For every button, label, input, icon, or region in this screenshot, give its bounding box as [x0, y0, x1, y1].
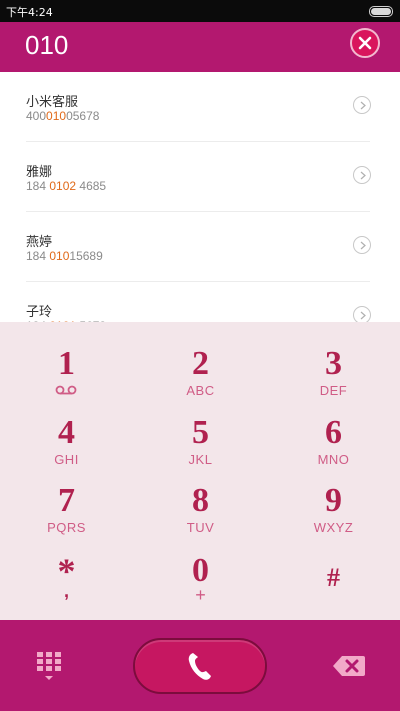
key-digit: #	[327, 563, 340, 592]
key-letters: DEF	[319, 383, 348, 398]
key-1[interactable]: 1	[0, 340, 133, 410]
key-0[interactable]: 0 +	[134, 547, 267, 617]
key-digit: 3	[325, 345, 342, 382]
key-digit: 8	[192, 482, 209, 519]
contact-name: 小米客服	[26, 95, 79, 110]
key-letters: JKL	[188, 452, 213, 467]
list-item[interactable]: 小米客服 40001005678	[0, 72, 400, 142]
key-letters: GHI	[54, 452, 79, 467]
chevron-right-icon	[360, 311, 366, 320]
voicemail-icon	[55, 385, 77, 395]
status-time: 下午4:24	[6, 6, 53, 19]
key-star[interactable]: * ,	[0, 547, 133, 617]
contact-number: 40001005678	[26, 109, 100, 123]
key-7[interactable]: 7 PQRS	[0, 477, 133, 547]
key-9[interactable]: 9 WXYZ	[267, 477, 400, 547]
close-icon	[358, 36, 372, 50]
key-letters: WXYZ	[313, 520, 354, 535]
key-letters: TUV	[186, 520, 215, 535]
key-digit: 1	[58, 345, 75, 382]
contact-detail-button[interactable]	[353, 166, 371, 184]
chevron-right-icon	[360, 171, 366, 180]
contact-name: 子玲	[26, 305, 53, 320]
contact-name: 雅娜	[26, 165, 53, 180]
chevron-right-icon	[360, 101, 366, 110]
key-6[interactable]: 6 MNO	[267, 409, 400, 479]
bottom-action-bar	[0, 620, 400, 711]
key-letters: PQRS	[47, 520, 86, 535]
key-digit: 7	[58, 482, 75, 519]
key-sub: +	[195, 585, 206, 605]
dialpad-toggle-button[interactable]	[36, 651, 62, 683]
key-8[interactable]: 8 TUV	[134, 477, 267, 547]
dial-pad: 1 2 ABC 3 DEF 4 GHI 5 JKL 6 MNO 7 PQRS 8…	[0, 322, 400, 620]
key-4[interactable]: 4 GHI	[0, 409, 133, 479]
key-hash[interactable]: #	[267, 547, 400, 617]
key-3[interactable]: 3 DEF	[267, 340, 400, 410]
chevron-right-icon	[360, 241, 366, 250]
key-digit: 2	[192, 345, 209, 382]
key-digit: 5	[192, 414, 209, 451]
contact-detail-button[interactable]	[353, 236, 371, 254]
key-5[interactable]: 5 JKL	[134, 409, 267, 479]
key-sub: ,	[63, 581, 69, 601]
dialed-number: 010	[25, 30, 69, 60]
clear-button[interactable]	[350, 28, 380, 58]
contact-results-list[interactable]: 小米客服 40001005678 雅娜 184 0102 4685 燕婷 184…	[0, 72, 400, 322]
contact-number: 184 01015689	[26, 249, 103, 263]
contact-number: 184 0102 4685	[26, 179, 107, 193]
key-digit: 4	[58, 414, 75, 451]
dialpad-icon	[37, 652, 61, 680]
phone-icon	[188, 653, 211, 680]
key-digit: 9	[325, 482, 342, 519]
list-item[interactable]: 燕婷 184 01015689	[0, 212, 400, 282]
battery-icon	[369, 6, 393, 17]
key-letters: ABC	[186, 383, 215, 398]
contact-name: 燕婷	[26, 235, 53, 250]
call-button[interactable]	[133, 638, 267, 694]
backspace-button[interactable]	[332, 655, 366, 677]
list-item[interactable]: 子玲 184 0101 5678	[0, 282, 400, 322]
dialer-header: 010	[0, 22, 400, 72]
key-letters: MNO	[317, 452, 350, 467]
key-2[interactable]: 2 ABC	[134, 340, 267, 410]
key-digit: 6	[325, 414, 342, 451]
status-bar: 下午4:24	[0, 0, 400, 22]
contact-detail-button[interactable]	[353, 96, 371, 114]
list-item[interactable]: 雅娜 184 0102 4685	[0, 142, 400, 212]
backspace-icon	[333, 656, 365, 676]
contact-detail-button[interactable]	[353, 306, 371, 322]
